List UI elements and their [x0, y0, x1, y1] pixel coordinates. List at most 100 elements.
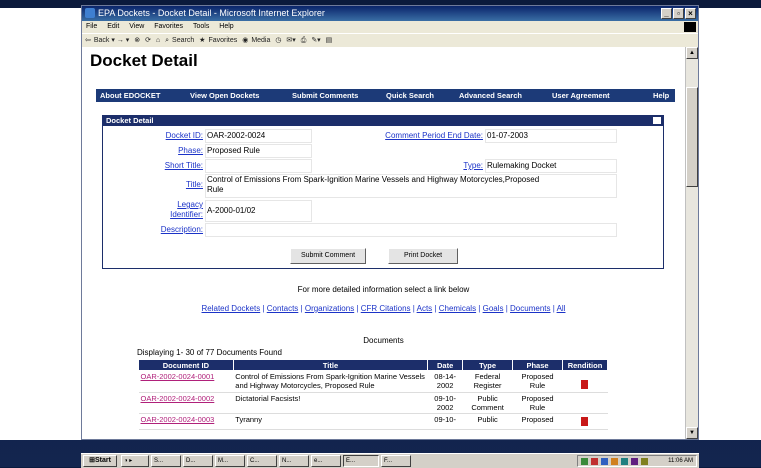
- menu-help[interactable]: Help: [219, 23, 233, 30]
- docket-id-value: OAR-2002-0024: [207, 131, 266, 140]
- minimize-button[interactable]: _: [661, 8, 672, 19]
- menu-edit[interactable]: Edit: [107, 23, 119, 30]
- phase-label[interactable]: Phase:: [123, 146, 203, 155]
- rendition-cell: [562, 413, 608, 430]
- vertical-scrollbar[interactable]: ▲ ▼: [685, 47, 698, 439]
- nav-user-agreement[interactable]: User Agreement: [552, 89, 610, 102]
- nav-advanced-search[interactable]: Advanced Search: [459, 89, 522, 102]
- document-id-cell: OAR-2002-0024-0001: [138, 370, 234, 393]
- nav-submit-comments[interactable]: Submit Comments: [292, 89, 358, 102]
- start-button[interactable]: ⊞Start: [83, 455, 117, 467]
- nav-view-open-dockets[interactable]: View Open Dockets: [190, 89, 259, 102]
- link-chemicals[interactable]: Chemicals: [439, 304, 476, 313]
- favorites-button[interactable]: ★ Favorites: [199, 37, 237, 44]
- nav-about-edocket[interactable]: About EDOCKET: [100, 89, 160, 102]
- title-label[interactable]: Title:: [123, 180, 203, 189]
- search-button[interactable]: ⌕ Search: [165, 37, 194, 44]
- legacy-label-1: Legacy: [177, 200, 203, 209]
- taskbar-item[interactable]: F...: [381, 455, 411, 467]
- submit-comment-button[interactable]: Submit Comment: [290, 248, 366, 264]
- back-button[interactable]: ⇦ Back ▾ → ▾: [85, 37, 129, 44]
- document-id-link[interactable]: OAR-2002-0024-0003: [141, 415, 215, 424]
- taskbar-item[interactable]: D...: [183, 455, 213, 467]
- title-bar: EPA Dockets - Docket Detail - Microsoft …: [82, 6, 698, 21]
- link-acts[interactable]: Acts: [417, 304, 433, 313]
- nav-help[interactable]: Help: [653, 89, 669, 102]
- link-cfr-citations[interactable]: CFR Citations: [361, 304, 411, 313]
- search-label: Search: [172, 37, 195, 44]
- panel-title: Docket Detail: [106, 116, 154, 125]
- col-title[interactable]: Title: [232, 359, 429, 371]
- type-cell: Public Comment: [462, 392, 513, 414]
- scroll-up-arrow-icon[interactable]: ▲: [686, 47, 698, 59]
- menu-view[interactable]: View: [129, 23, 144, 30]
- refresh-icon[interactable]: ⟳: [145, 37, 151, 44]
- pdf-icon[interactable]: [581, 380, 589, 389]
- link-related-dockets[interactable]: Related Dockets: [202, 304, 261, 313]
- taskbar-item[interactable]: N...: [279, 455, 309, 467]
- menu-file[interactable]: File: [86, 23, 97, 30]
- col-phase[interactable]: Phase: [512, 359, 563, 371]
- taskbar-item[interactable]: e...: [311, 455, 341, 467]
- edit-icon[interactable]: ✎▾: [311, 37, 320, 44]
- menu-tools[interactable]: Tools: [193, 23, 209, 30]
- docket-detail-panel: Docket Detail Docket ID: OAR-2002-0024 C…: [102, 115, 664, 269]
- document-id-link[interactable]: OAR-2002-0024-0001: [141, 372, 215, 381]
- tray-icon[interactable]: [641, 458, 648, 465]
- col-rendition[interactable]: Rendition: [561, 359, 609, 371]
- link-all[interactable]: All: [557, 304, 566, 313]
- col-type[interactable]: Type: [462, 359, 514, 371]
- page-content: Docket Detail About EDOCKET View Open Do…: [82, 47, 685, 439]
- browser-window: EPA Dockets - Docket Detail - Microsoft …: [81, 5, 699, 440]
- stop-icon[interactable]: ⊗: [134, 37, 140, 44]
- pdf-icon[interactable]: [581, 417, 589, 426]
- tray-icon[interactable]: [601, 458, 608, 465]
- close-button[interactable]: ×: [685, 8, 696, 19]
- tray-icon[interactable]: [631, 458, 638, 465]
- col-date[interactable]: Date: [427, 359, 464, 371]
- table-header-row: Document ID Title Date Type Phase Rendit…: [138, 359, 609, 371]
- link-goals[interactable]: Goals: [483, 304, 504, 313]
- documents-table: Document ID Title Date Type Phase Rendit…: [138, 359, 609, 430]
- legacy-label[interactable]: Legacy Identifier:: [123, 200, 203, 220]
- short-title-label[interactable]: Short Title:: [123, 161, 203, 170]
- title-cell: Dictatorial Facsists!: [233, 392, 428, 414]
- history-icon[interactable]: ◷: [275, 37, 281, 44]
- tray-icon[interactable]: [621, 458, 628, 465]
- col-document-id[interactable]: Document ID: [138, 359, 234, 371]
- mail-icon[interactable]: ✉▾: [286, 37, 295, 44]
- taskbar-item[interactable]: ◑ ▸: [121, 455, 149, 467]
- document-id-link[interactable]: OAR-2002-0024-0002: [141, 394, 215, 403]
- type-label[interactable]: Type:: [343, 161, 483, 170]
- link-contacts[interactable]: Contacts: [267, 304, 299, 313]
- scroll-down-arrow-icon[interactable]: ▼: [686, 427, 698, 439]
- description-label[interactable]: Description:: [123, 225, 203, 234]
- table-row: OAR-2002-0024-0002 Dictatorial Facsists!…: [138, 392, 608, 414]
- comment-end-label[interactable]: Comment Period End Date:: [343, 131, 483, 140]
- discuss-icon[interactable]: ▤: [326, 37, 333, 44]
- tray-icon[interactable]: [611, 458, 618, 465]
- media-button[interactable]: ◉ Media: [242, 37, 270, 44]
- print-icon[interactable]: ⎙: [301, 37, 307, 44]
- nav-quick-search[interactable]: Quick Search: [386, 89, 434, 102]
- link-documents[interactable]: Documents: [510, 304, 550, 313]
- table-row: OAR-2002-0024-0003 Tyranny 09-10- Public…: [138, 413, 608, 430]
- tray-icon[interactable]: [581, 458, 588, 465]
- taskbar-item[interactable]: S...: [151, 455, 181, 467]
- link-organizations[interactable]: Organizations: [305, 304, 354, 313]
- description-box: [205, 223, 617, 237]
- legacy-label-2: Identifier:: [170, 210, 203, 219]
- scroll-thumb[interactable]: [686, 87, 698, 187]
- menu-favorites[interactable]: Favorites: [154, 23, 183, 30]
- clock[interactable]: 11:06 AM: [668, 456, 693, 466]
- tray-icon[interactable]: [591, 458, 598, 465]
- taskbar-item-active[interactable]: E...: [343, 455, 379, 467]
- home-icon[interactable]: ⌂: [156, 37, 160, 44]
- maximize-button[interactable]: ▫: [673, 8, 684, 19]
- taskbar-item[interactable]: C...: [247, 455, 277, 467]
- collapse-icon[interactable]: [653, 117, 661, 124]
- taskbar-item[interactable]: M...: [215, 455, 245, 467]
- print-docket-button[interactable]: Print Docket: [388, 248, 458, 264]
- docket-id-label[interactable]: Docket ID:: [123, 131, 203, 140]
- window-title: EPA Dockets - Docket Detail - Microsoft …: [98, 8, 325, 18]
